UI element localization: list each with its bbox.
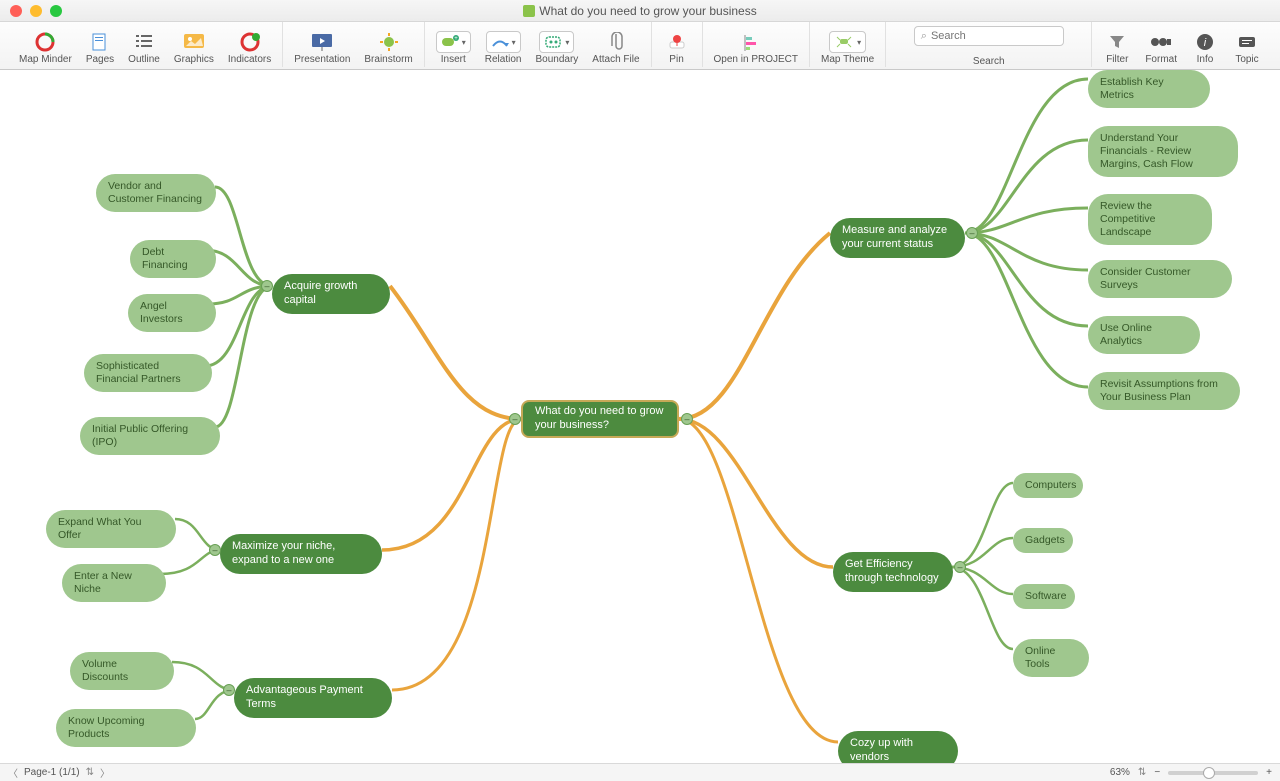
chevron-down-icon: ▾ (462, 38, 466, 47)
node-measure-analyze[interactable]: Measure and analyze your current status (830, 218, 965, 258)
presentation-button[interactable]: Presentation (291, 29, 353, 67)
node-sophisticated-partners[interactable]: Sophisticated Financial Partners (84, 354, 212, 392)
minimize-window-button[interactable] (30, 5, 42, 17)
node-volume-discounts[interactable]: Volume Discounts (70, 652, 174, 690)
next-page-button[interactable]: 〉 (100, 765, 110, 780)
collapse-toggle[interactable]: – (209, 544, 221, 556)
indicators-button[interactable]: Indicators (225, 29, 274, 67)
node-know-upcoming[interactable]: Know Upcoming Products (56, 709, 196, 747)
toolbar: Map Minder Pages Outline Graphics Indica… (0, 22, 1280, 70)
format-button[interactable]: Format (1142, 29, 1180, 67)
close-window-button[interactable] (10, 5, 22, 17)
window-title-text: What do you need to grow your business (539, 4, 756, 18)
map-theme-button[interactable]: ▾ Map Theme (818, 29, 877, 67)
insert-button[interactable]: +▾ Insert (433, 29, 474, 67)
pages-button[interactable]: Pages (83, 29, 117, 67)
node-competitive-landscape[interactable]: Review the Competitive Landscape (1088, 194, 1212, 245)
node-efficiency-technology[interactable]: Get Efficiency through technology (833, 552, 953, 592)
open-in-project-button[interactable]: Open in PROJECT (711, 29, 801, 67)
node-angel-investors[interactable]: Angel Investors (128, 294, 216, 332)
title-bar: What do you need to grow your business (0, 0, 1280, 22)
node-customer-surveys[interactable]: Consider Customer Surveys (1088, 260, 1232, 298)
collapse-toggle[interactable]: – (966, 227, 978, 239)
node-maximize-niche[interactable]: Maximize your niche, expand to a new one (220, 534, 382, 574)
window-title: What do you need to grow your business (0, 4, 1280, 18)
brainstorm-button[interactable]: Brainstorm (361, 29, 415, 67)
search-icon: ⌕ (921, 30, 927, 43)
node-expand-offer[interactable]: Expand What You Offer (46, 510, 176, 548)
document-icon (523, 5, 535, 17)
chevron-down-icon: ▾ (512, 38, 516, 47)
chevron-down-icon: ▾ (857, 38, 861, 47)
outline-button[interactable]: Outline (125, 29, 163, 67)
page-indicator: Page-1 (1/1) (24, 767, 80, 778)
node-ipo[interactable]: Initial Public Offering (IPO) (80, 417, 220, 455)
status-bar: 〈 Page-1 (1/1) ⇅ 〉 63% ⇅ − + (0, 763, 1280, 781)
mindmap-canvas[interactable]: What do you need to grow your business? … (0, 70, 1280, 763)
zoom-slider[interactable] (1168, 771, 1258, 775)
node-gadgets[interactable]: Gadgets (1013, 528, 1073, 553)
node-online-analytics[interactable]: Use Online Analytics (1088, 316, 1200, 354)
zoom-window-button[interactable] (50, 5, 62, 17)
node-enter-new-niche[interactable]: Enter a New Niche (62, 564, 166, 602)
pin-button[interactable]: Pin (660, 29, 694, 67)
node-key-metrics[interactable]: Establish Key Metrics (1088, 70, 1210, 108)
node-understand-financials[interactable]: Understand Your Financials - Review Marg… (1088, 126, 1238, 177)
collapse-toggle[interactable]: – (261, 280, 273, 292)
node-revisit-assumptions[interactable]: Revisit Assumptions from Your Business P… (1088, 372, 1240, 410)
svg-text:+: + (454, 36, 458, 42)
info-button[interactable]: i Info (1188, 29, 1222, 67)
node-payment-terms[interactable]: Advantageous Payment Terms (234, 678, 392, 718)
node-online-tools[interactable]: Online Tools (1013, 639, 1089, 677)
graphics-button[interactable]: Graphics (171, 29, 217, 67)
boundary-button[interactable]: ▾ Boundary (532, 29, 581, 67)
zoom-value: 63% (1110, 767, 1130, 778)
attach-file-button[interactable]: Attach File (589, 29, 642, 67)
collapse-toggle-left[interactable]: – (509, 413, 521, 425)
node-vendor-customer-financing[interactable]: Vendor and Customer Financing (96, 174, 216, 212)
search-field[interactable]: ⌕ (914, 26, 1064, 46)
window-controls (10, 5, 62, 17)
zoom-out-button[interactable]: − (1154, 767, 1160, 778)
node-debt-financing[interactable]: Debt Financing (130, 240, 216, 278)
collapse-toggle[interactable]: – (954, 561, 966, 573)
page-stepper-icon[interactable]: ⇅ (86, 767, 94, 778)
node-acquire-growth-capital[interactable]: Acquire growth capital (272, 274, 390, 314)
map-minder-button[interactable]: Map Minder (16, 29, 75, 67)
collapse-toggle[interactable]: – (223, 684, 235, 696)
filter-button[interactable]: Filter (1100, 29, 1134, 67)
chevron-down-icon: ▾ (565, 38, 569, 47)
zoom-in-button[interactable]: + (1266, 767, 1272, 778)
zoom-stepper-icon[interactable]: ⇅ (1138, 767, 1146, 778)
relation-button[interactable]: ▾ Relation (482, 29, 525, 67)
node-software[interactable]: Software (1013, 584, 1075, 609)
collapse-toggle-right[interactable]: – (681, 413, 693, 425)
central-topic[interactable]: What do you need to grow your business? (521, 400, 679, 438)
prev-page-button[interactable]: 〈 (8, 765, 18, 780)
node-computers[interactable]: Computers (1013, 473, 1083, 498)
search-input[interactable] (931, 30, 1073, 42)
topic-button[interactable]: Topic (1230, 29, 1264, 67)
